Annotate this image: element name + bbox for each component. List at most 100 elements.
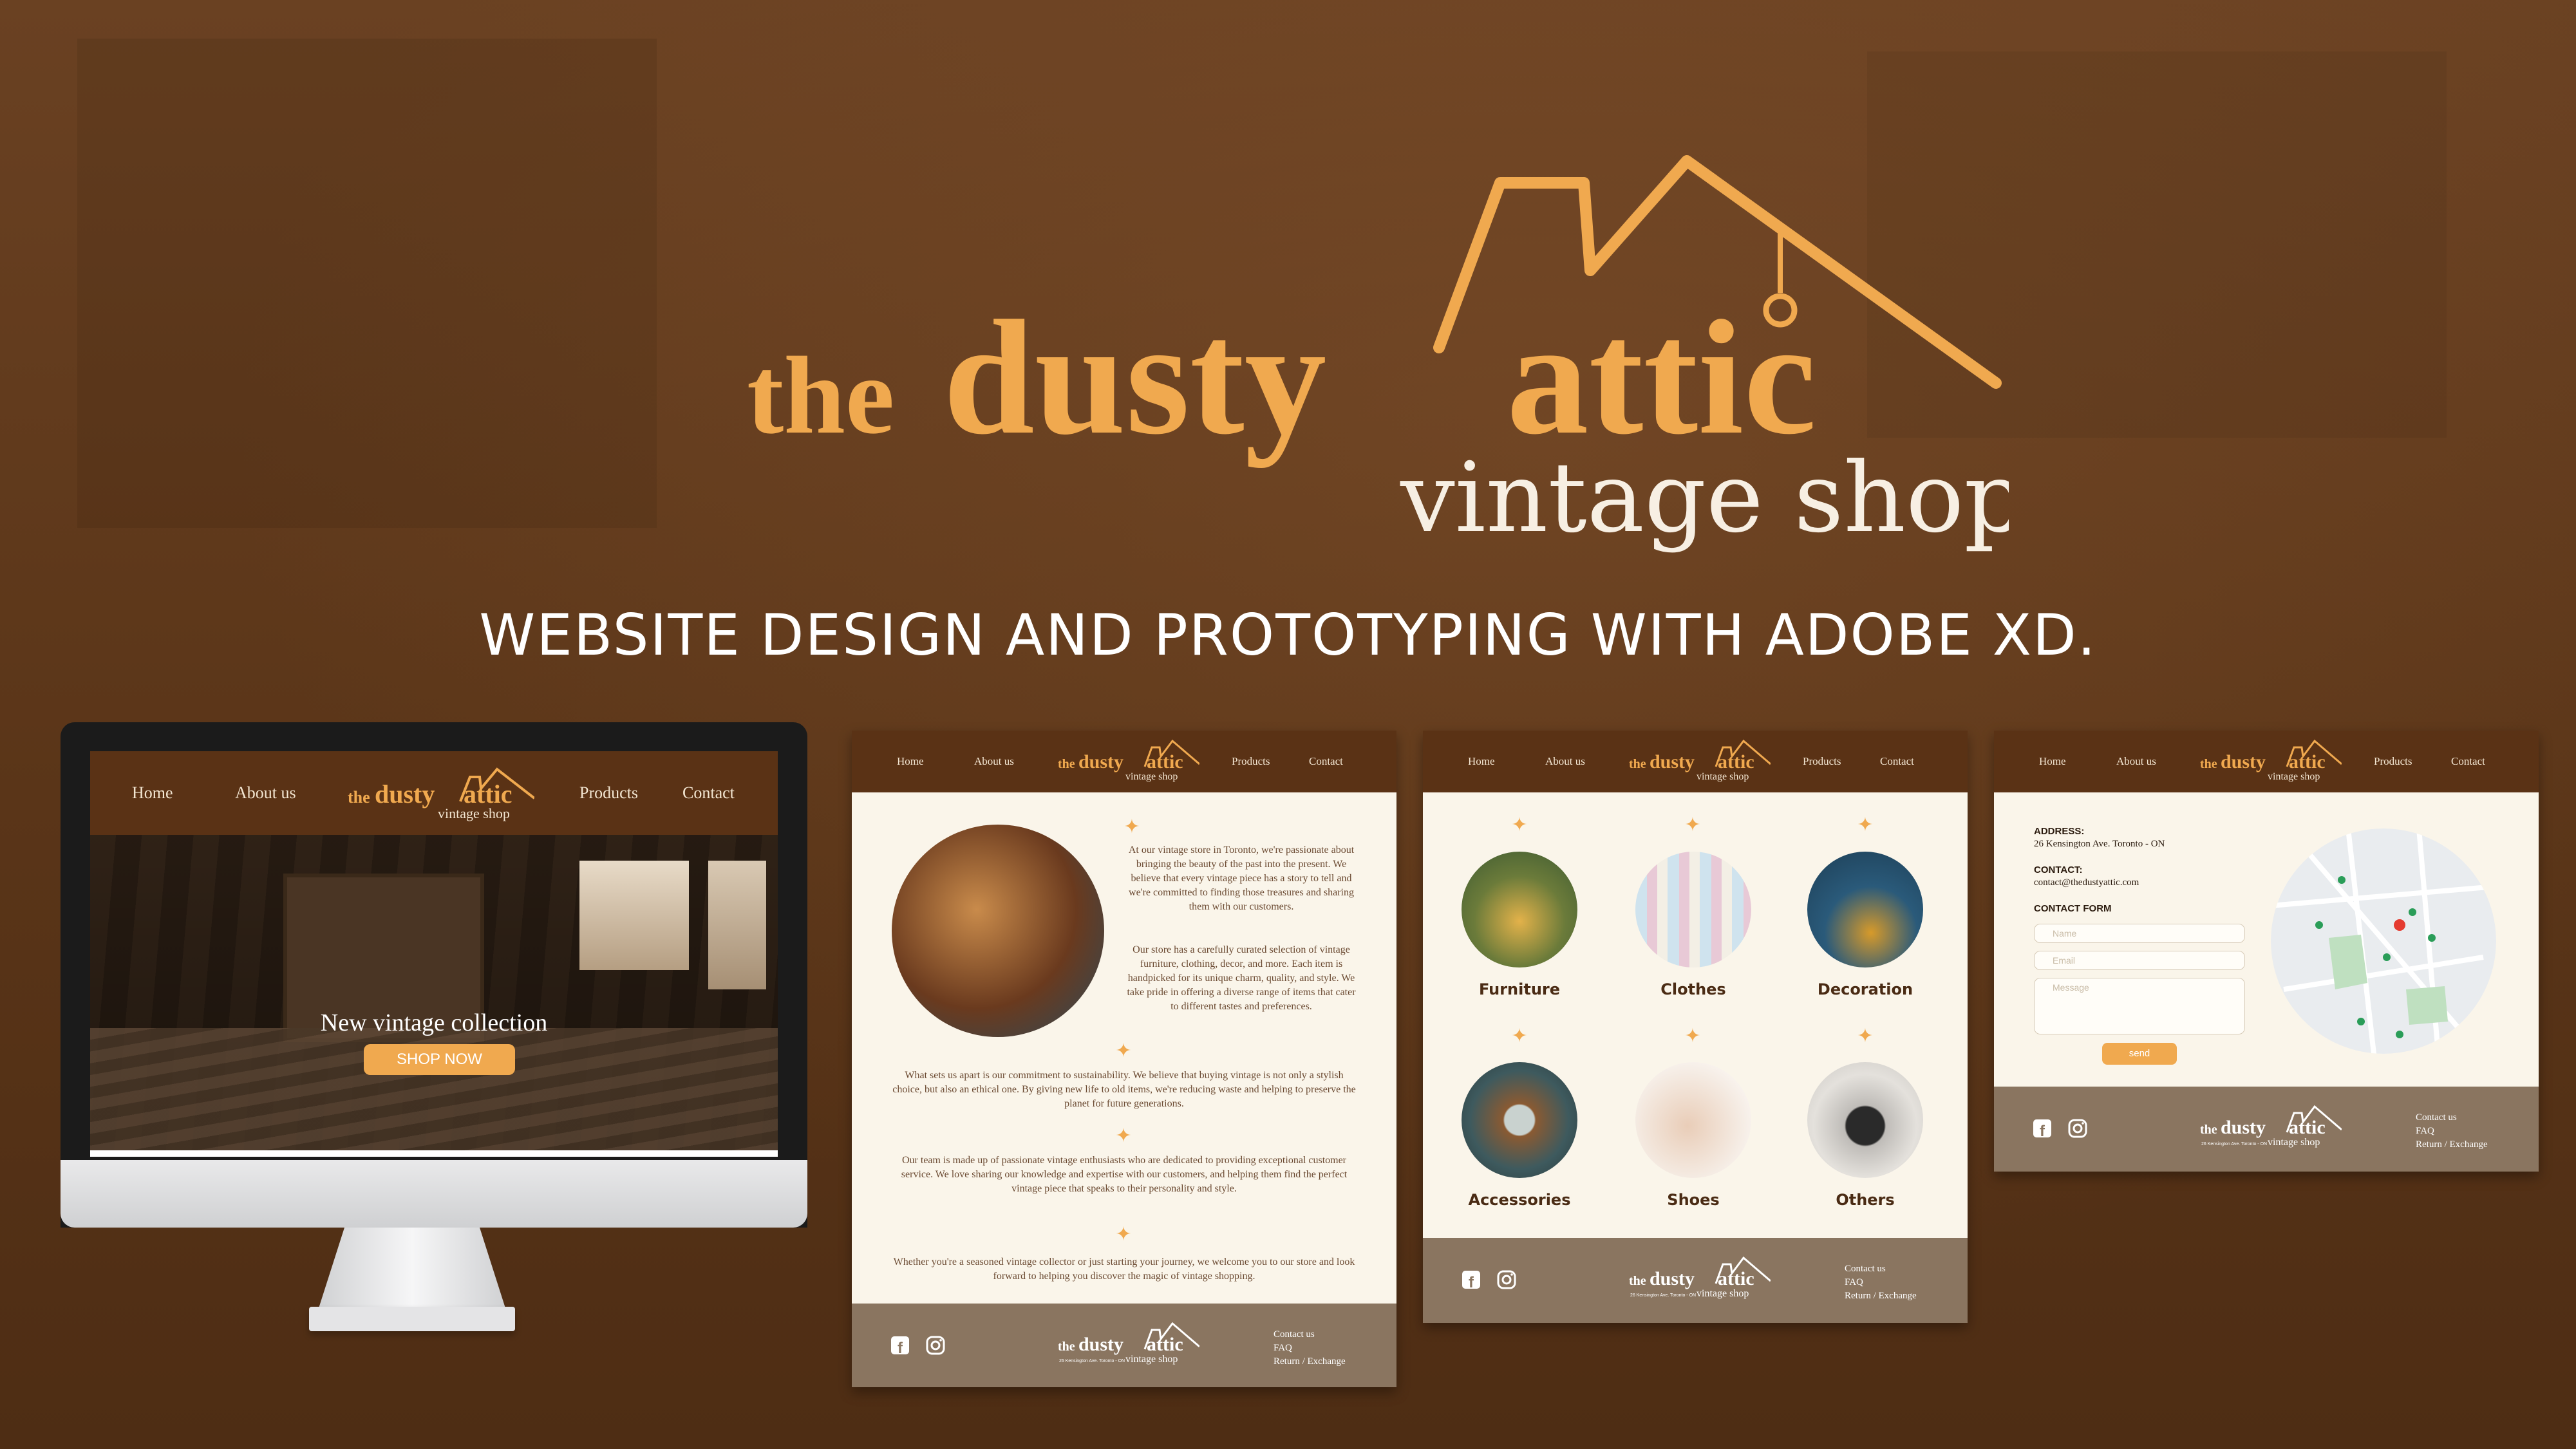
about-page-mockup: Home About us the dusty attic vintage sh… [852, 731, 1396, 1387]
products-footer: f the dusty attic vintage shop 26 Kensin… [1423, 1238, 1968, 1323]
category-decoration-image[interactable] [1807, 852, 1923, 968]
hero-image: New vintage collection SHOP NOW [90, 835, 778, 1150]
contact-email[interactable]: contact@thedustyattic.com [2034, 877, 2139, 888]
instagram-icon[interactable] [2068, 1119, 2087, 1138]
footer-return-link[interactable]: Return / Exchange [2416, 1138, 2488, 1152]
nav-logo[interactable]: the dusty attic vintage shop [2200, 737, 2342, 787]
nav-about[interactable]: About us [1545, 755, 1585, 768]
svg-text:the: the [1058, 1340, 1075, 1354]
facebook-icon[interactable]: f [1462, 1270, 1481, 1289]
nav-products[interactable]: Products [579, 783, 638, 803]
store-interior-image [892, 825, 1104, 1037]
background-furniture-shadow [77, 39, 657, 528]
svg-text:the: the [1629, 1274, 1646, 1288]
footer-faq-link[interactable]: FAQ [1845, 1276, 1917, 1289]
nav-about[interactable]: About us [2116, 755, 2156, 768]
hero-window-2 [708, 861, 766, 989]
footer-contact-link[interactable]: Contact us [1274, 1328, 1346, 1341]
svg-text:vintage shop: vintage shop [1125, 771, 1178, 782]
location-map[interactable] [2271, 828, 2496, 1054]
category-clothes-label[interactable]: Clothes [1622, 980, 1764, 998]
products-page-mockup: Home About us the dusty attic vintage sh… [1423, 731, 1968, 1323]
nav-home[interactable]: Home [132, 783, 173, 803]
about-footer: f the dusty attic vintage shop 26 Kensin… [852, 1304, 1396, 1387]
svg-text:attic: attic [1718, 1268, 1754, 1289]
email-field[interactable]: Email [2034, 951, 2245, 970]
footer-return-link[interactable]: Return / Exchange [1845, 1289, 1917, 1303]
category-accessories-image[interactable] [1462, 1062, 1577, 1178]
nav-contact[interactable]: Contact [1880, 755, 1914, 768]
message-field[interactable]: Message [2034, 978, 2245, 1034]
category-decoration-label[interactable]: Decoration [1794, 980, 1936, 998]
footer-faq-link[interactable]: FAQ [2416, 1125, 2488, 1138]
about-paragraph-2: Our store has a carefully curated select… [1127, 944, 1356, 1012]
nav-home[interactable]: Home [1468, 755, 1495, 768]
instagram-icon[interactable] [1497, 1270, 1516, 1289]
nav-about[interactable]: About us [235, 783, 296, 803]
footer-logo: the dusty attic vintage shop 26 Kensingt… [1629, 1256, 1771, 1299]
category-furniture-label[interactable]: Furniture [1449, 980, 1590, 998]
category-shoes-label[interactable]: Shoes [1622, 1191, 1764, 1209]
footer-contact-link[interactable]: Contact us [1845, 1262, 1917, 1276]
nav-about[interactable]: About us [974, 755, 1014, 768]
category-accessories-label[interactable]: Accessories [1449, 1191, 1590, 1209]
sparkle-icon: ✦ [1115, 1223, 1132, 1246]
facebook-icon[interactable]: f [2033, 1119, 2052, 1138]
nav-logo[interactable]: the dusty attic vintage shop [348, 763, 534, 827]
svg-text:attic: attic [1147, 751, 1183, 772]
home-nav: Home About us the dusty attic vintage sh… [90, 751, 778, 835]
svg-text:attic: attic [1718, 751, 1754, 772]
svg-text:dusty: dusty [1078, 751, 1123, 772]
sparkle-icon: ✦ [1123, 816, 1140, 838]
svg-text:the: the [348, 788, 370, 807]
nav-home[interactable]: Home [897, 755, 924, 768]
nav-home[interactable]: Home [2039, 755, 2066, 768]
category-furniture-image[interactable] [1462, 852, 1577, 968]
sparkle-icon: ✦ [1684, 1025, 1701, 1047]
svg-text:dusty: dusty [1078, 1334, 1123, 1355]
category-others-image[interactable] [1807, 1062, 1923, 1178]
nav-contact[interactable]: Contact [2451, 755, 2485, 768]
category-others-label[interactable]: Others [1794, 1191, 1936, 1209]
about-paragraph-3: What sets us apart is our commitment to … [892, 1070, 1356, 1109]
screen-bottom-strip [90, 1150, 778, 1157]
footer-links: Contact us FAQ Return / Exchange [1274, 1328, 1346, 1369]
footer-contact-link[interactable]: Contact us [2416, 1111, 2488, 1125]
shop-now-button[interactable]: SHOP NOW [364, 1044, 515, 1075]
svg-text:dusty: dusty [1650, 1268, 1695, 1289]
nav-contact[interactable]: Contact [1309, 755, 1343, 768]
logo-the: the [747, 335, 894, 457]
category-clothes-image[interactable] [1635, 852, 1751, 968]
nav-products[interactable]: Products [1232, 755, 1270, 768]
svg-text:f: f [2040, 1123, 2045, 1138]
svg-text:attic: attic [1147, 1334, 1183, 1355]
nav-products[interactable]: Products [2374, 755, 2412, 768]
svg-text:the: the [1629, 757, 1646, 771]
nav-contact[interactable]: Contact [682, 783, 735, 803]
sparkle-icon: ✦ [1684, 814, 1701, 836]
logo-dusty: dusty [943, 287, 1326, 469]
category-shoes-image[interactable] [1635, 1062, 1751, 1178]
nav-logo[interactable]: the dusty attic vintage shop [1058, 737, 1199, 787]
nav-products[interactable]: Products [1803, 755, 1841, 768]
instagram-icon[interactable] [926, 1336, 945, 1355]
facebook-icon[interactable]: f [890, 1336, 910, 1355]
monitor-chin [61, 1160, 807, 1228]
svg-text:dusty: dusty [375, 780, 435, 809]
about-paragraph-1: At our vintage store in Toronto, we're p… [1128, 845, 1355, 912]
svg-text:dusty: dusty [2221, 751, 2266, 772]
contact-footer: f the dusty attic vintage shop 26 Kensin… [1994, 1087, 2539, 1172]
map-pin-icon [2394, 919, 2405, 931]
svg-text:vintage shop: vintage shop [1697, 771, 1749, 782]
svg-text:26 Kensington Ave. Toronto - O: 26 Kensington Ave. Toronto - ON [1630, 1293, 1696, 1298]
name-field[interactable]: Name [2034, 924, 2245, 943]
footer-links: Contact us FAQ Return / Exchange [1845, 1262, 1917, 1303]
footer-return-link[interactable]: Return / Exchange [1274, 1355, 1346, 1369]
products-nav: Home About us the dusty attic vintage sh… [1423, 731, 1968, 792]
svg-text:the: the [1058, 757, 1075, 771]
contact-form-label: CONTACT FORM [2034, 903, 2112, 914]
svg-text:attic: attic [2289, 751, 2326, 772]
send-button[interactable]: send [2102, 1043, 2177, 1065]
footer-faq-link[interactable]: FAQ [1274, 1341, 1346, 1355]
nav-logo[interactable]: the dusty attic vintage shop [1629, 737, 1771, 787]
